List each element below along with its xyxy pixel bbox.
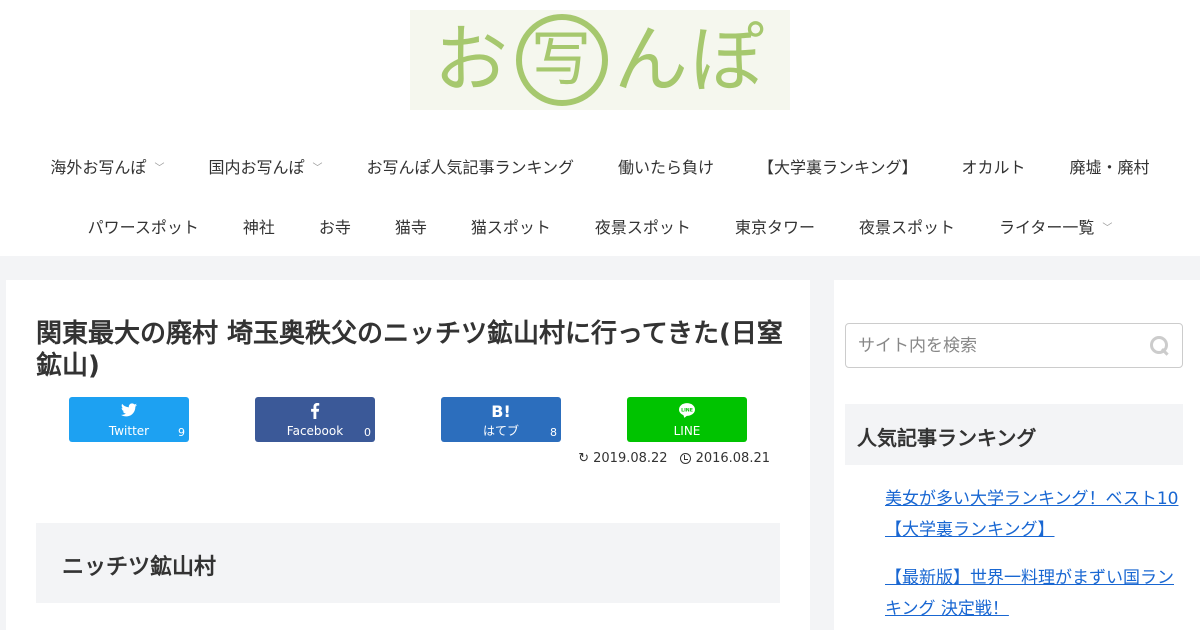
popular-ranking-widget-title: 人気記事ランキング [845,404,1183,465]
share-hatebu-count: 8 [550,426,557,439]
global-nav-row-2: パワースポット 神社 お寺 猫寺 猫スポット 夜景スポット 東京タワー 夜景スポ… [0,196,1200,256]
chevron-down-icon: ﹀ [312,162,323,174]
share-line-label: LINE [673,424,701,438]
svg-text:LINE: LINE [681,408,693,414]
search-icon[interactable] [1150,336,1170,356]
post-dates: ↻ 2019.08.22 2016.08.21 [578,451,770,466]
logo-text: お 写 んぽ [434,14,766,106]
nav-item-popular-ranking[interactable]: お写んぽ人気記事ランキング [344,154,596,178]
site-logo[interactable]: お 写 んぽ [410,10,790,110]
nav-item-night-view-2[interactable]: 夜景スポット [837,214,977,238]
logo-char-npo: んぽ [614,17,766,103]
nav-item-work[interactable]: 働いたら負け [596,154,736,178]
nav-item-temple[interactable]: お寺 [297,214,373,238]
sidebar: 人気記事ランキング 美女が多い大学ランキング！ベスト10【大学裏ランキング】 【… [834,280,1200,630]
nav-item-power-spot[interactable]: パワースポット [66,214,221,238]
share-line-button[interactable]: LINE LINE [627,397,747,442]
ranking-link-2[interactable]: 【最新版】世界一料理がまずい国ランキング 決定戦！ [885,563,1185,625]
line-icon: LINE [627,403,747,422]
global-nav-row-1: 海外お写んぽ ﹀ 国内お写んぽ ﹀ お写んぽ人気記事ランキング 働いたら負け 【大学… [0,136,1200,196]
facebook-icon [255,403,375,423]
nav-item-writers[interactable]: ライター一覧 ﹀ [977,214,1134,238]
nav-item-cat-temple[interactable]: 猫寺 [373,214,449,238]
share-hatebu-button[interactable]: B! はてブ 8 [441,397,561,442]
published-date: 2016.08.21 [679,451,770,466]
chevron-down-icon: ﹀ [154,162,165,174]
share-hatebu-label: はてブ [482,424,519,438]
nav-item-ruins[interactable]: 廃墟・廃村 [1048,154,1172,178]
history-icon: ↻ [578,451,590,466]
logo-circle-sha: 写 [516,14,608,106]
nav-item-domestic[interactable]: 国内お写んぽ ﹀ [186,154,344,178]
clock-icon [679,453,691,464]
nav-item-cat-spot[interactable]: 猫スポット [449,214,573,238]
article-card: 関東最大の廃村 埼玉奥秩父のニッチツ鉱山村に行ってきた(日窒鉱山) Twitte… [6,280,810,630]
share-facebook-count: 0 [364,426,371,439]
ranking-link-1[interactable]: 美女が多い大学ランキング！ベスト10【大学裏ランキング】 [885,484,1185,546]
share-twitter-button[interactable]: Twitter 9 [69,397,189,442]
twitter-icon [69,403,189,421]
nav-item-night-view[interactable]: 夜景スポット [573,214,713,238]
chevron-down-icon: ﹀ [1102,222,1113,234]
section-heading-box: ニッチツ鉱山村 [36,523,780,603]
nav-item-tokyo-tower[interactable]: 東京タワー [713,214,837,238]
logo-char-o: お [434,17,510,103]
share-facebook-label: Facebook [286,424,344,438]
nav-item-occult[interactable]: オカルト [940,154,1048,178]
share-twitter-count: 9 [178,426,185,439]
search-input[interactable] [846,324,1146,367]
section-heading: ニッチツ鉱山村 [62,555,217,580]
hatebu-icon: B! [491,402,511,421]
updated-date: ↻ 2019.08.22 [578,451,668,466]
site-search-form [845,323,1183,368]
share-twitter-label: Twitter [108,424,150,438]
nav-item-shrine[interactable]: 神社 [221,214,297,238]
share-facebook-button[interactable]: Facebook 0 [255,397,375,442]
site-header: お 写 んぽ 海外お写んぽ ﹀ 国内お写んぽ ﹀ お写んぽ人気記事ランキング 働いた… [0,0,1200,256]
article-title: 関東最大の廃村 埼玉奥秩父のニッチツ鉱山村に行ってきた(日窒鉱山) [36,319,783,381]
nav-item-overseas[interactable]: 海外お写んぽ ﹀ [28,154,186,178]
nav-item-university-ranking[interactable]: 【大学裏ランキング】 [736,154,940,178]
